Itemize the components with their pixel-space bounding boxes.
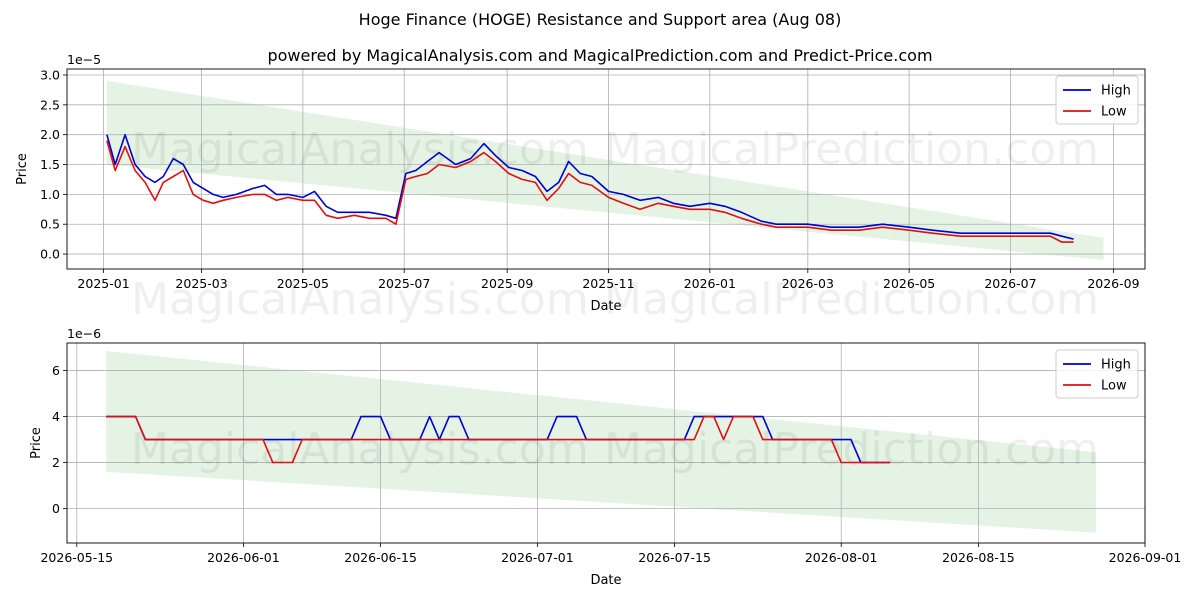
x-tick-label: 2026-06-01	[207, 550, 280, 565]
y-offset-label: 1e−6	[67, 326, 101, 341]
legend: High Low	[1055, 75, 1139, 125]
x-tick-label: 2026-08-15	[942, 550, 1015, 565]
y-tick-label: 2	[52, 455, 60, 470]
y-axis-label: Price	[29, 427, 44, 459]
chart-canvas: 2025-01 2025-03 2025-05 2025-07 2025-09 2025-…	[15, 52, 1181, 588]
x-tick-label: 2026-08-01	[805, 550, 878, 565]
x-tick-label: 2025-01	[77, 276, 129, 291]
y-tick-label: 1.5	[40, 157, 60, 172]
x-tick-label: 2026-07-01	[501, 550, 574, 565]
watermark-right: MagicalPrediction.com	[604, 424, 1099, 475]
x-tick-label: 2026-09-01	[1109, 550, 1182, 565]
x-tick-label: 2026-07-15	[638, 550, 711, 565]
y-tick-label: 0.0	[40, 247, 60, 262]
watermark-left: MagicalAnalysis.com	[131, 124, 589, 175]
x-tick-label: 2026-05-15	[40, 550, 113, 565]
y-tick-label: 2.5	[40, 97, 60, 112]
legend-label-low: Low	[1101, 105, 1127, 120]
y-tick-label: 4	[52, 409, 60, 424]
legend-label-high: High	[1101, 358, 1131, 373]
y-tick-label: 2.0	[40, 127, 60, 142]
x-axis-label: Date	[590, 299, 621, 314]
legend-label-high: High	[1101, 84, 1131, 99]
y-tick-label: 0	[52, 501, 60, 516]
legend: High Low	[1055, 349, 1139, 399]
x-axis-label: Date	[590, 573, 621, 588]
watermark-right: MagicalPrediction.com	[604, 124, 1099, 175]
y-axis-label: Price	[15, 153, 30, 185]
y-offset-label: 1e−5	[67, 52, 101, 67]
watermark-right-lower: MagicalPrediction.com	[604, 274, 1099, 325]
y-tick-label: 3.0	[40, 67, 60, 82]
watermark-left-lower: MagicalAnalysis.com	[131, 274, 589, 325]
y-tick-label: 0.5	[40, 217, 60, 232]
y-tick-label: 1.0	[40, 187, 60, 202]
watermark-left: MagicalAnalysis.com	[131, 424, 589, 475]
x-tick-label: 2026-06-15	[344, 550, 417, 565]
panel-2: 2026-05-15 2026-06-01 2026-06-15 2026-07-01…	[29, 326, 1181, 588]
y-tick-label: 6	[52, 363, 60, 378]
panel-1: 2025-01 2025-03 2025-05 2025-07 2025-09 2025-…	[15, 52, 1146, 325]
legend-label-low: Low	[1101, 379, 1127, 394]
